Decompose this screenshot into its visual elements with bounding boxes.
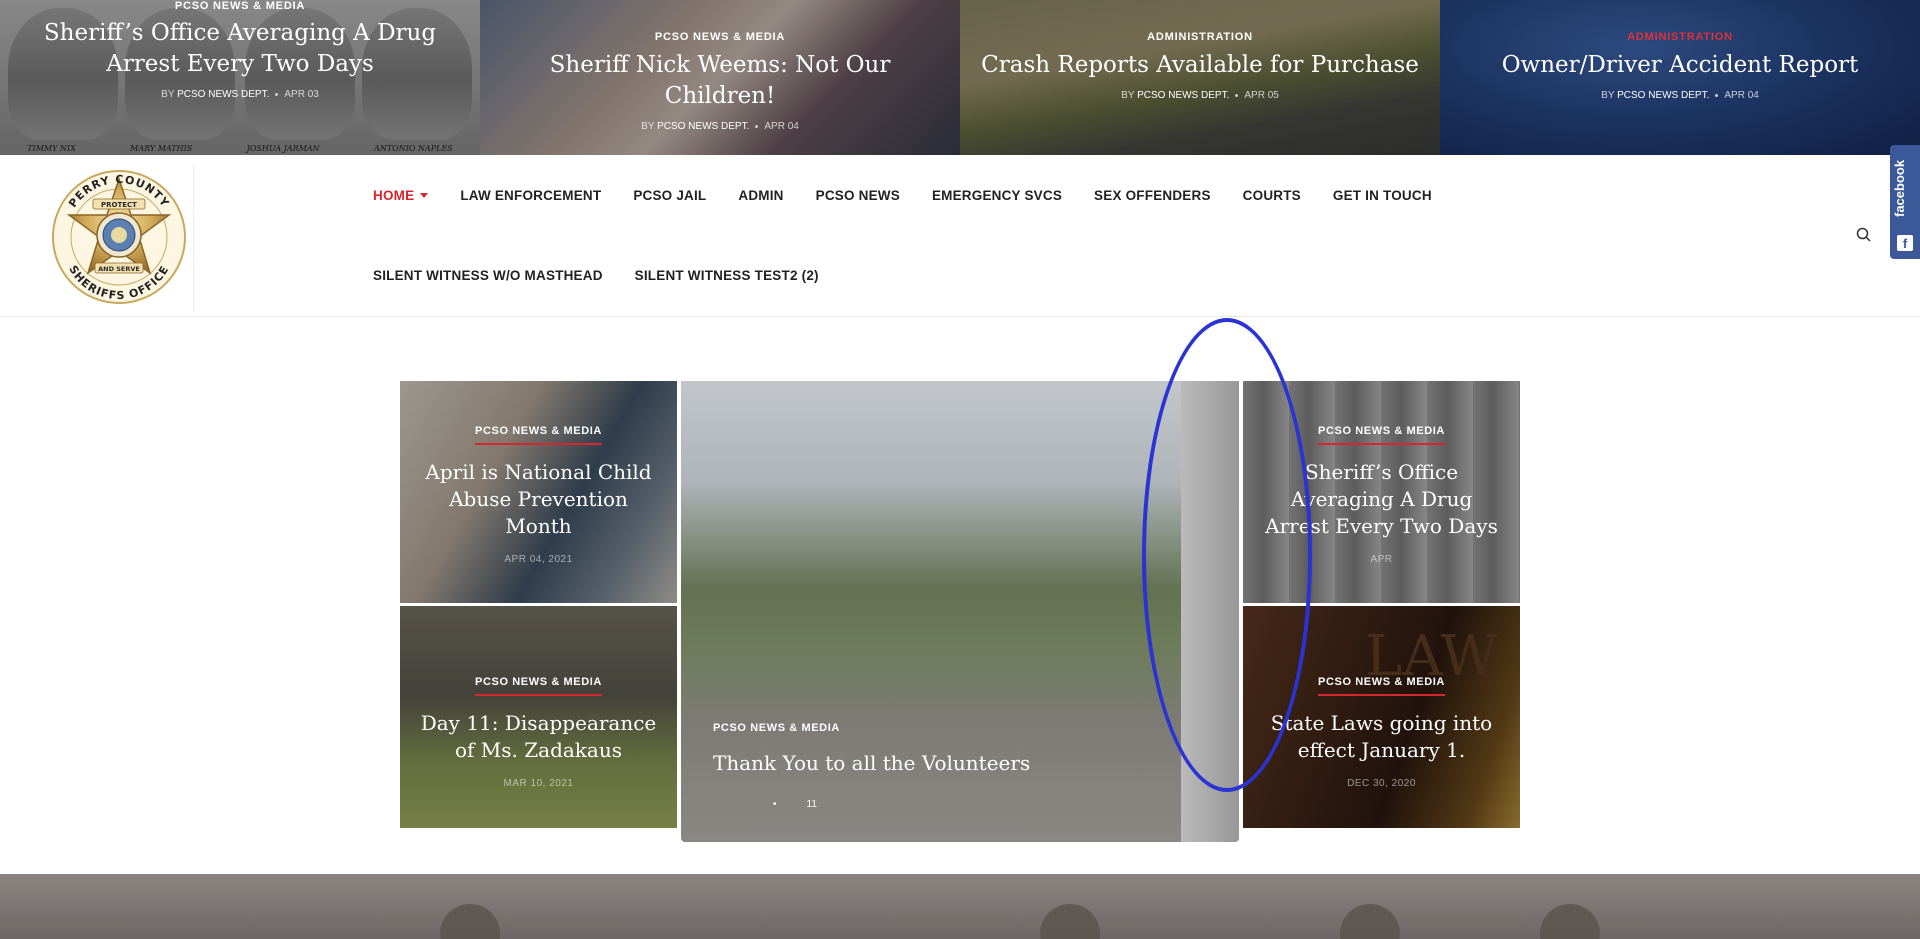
- post-title[interactable]: Sheriff’s Office Averaging A Drug Arrest…: [1261, 459, 1502, 540]
- post-title[interactable]: Thank You to all the Volunteers: [713, 750, 1207, 777]
- post-date: DEC 30, 2020: [1347, 778, 1416, 789]
- nav-item-pcso-news[interactable]: PCSO NEWS: [816, 188, 900, 203]
- ticker-title[interactable]: Crash Reports Available for Purchase: [980, 50, 1420, 81]
- ticker-author[interactable]: PCSO NEWS DEPT.: [1137, 90, 1229, 101]
- caret-down-icon: [420, 193, 429, 199]
- nav-item-get-in-touch[interactable]: GET IN TOUCH: [1333, 188, 1432, 203]
- bottom-hero-image: [0, 874, 1920, 939]
- nav-item-silent-witness-no-masthead[interactable]: SILENT WITNESS W/O MASTHEAD: [373, 268, 603, 283]
- nav-item-silent-witness-test2[interactable]: SILENT WITNESS TEST2 (2): [635, 268, 819, 283]
- by-label: BY: [1601, 90, 1615, 101]
- ticker-author[interactable]: PCSO NEWS DEPT.: [177, 89, 269, 100]
- ticker-item-accident-report[interactable]: ADMINISTRATION Owner/Driver Accident Rep…: [1440, 0, 1920, 155]
- nav-item-home[interactable]: HOME: [373, 188, 429, 203]
- post-date: MAR 10, 2021: [503, 778, 574, 789]
- ticker-date: APR 05: [1244, 90, 1279, 101]
- facebook-sidebar-tab[interactable]: facebook f: [1890, 145, 1920, 259]
- ticker-title[interactable]: Sheriff Nick Weems: Not Our Children!: [500, 50, 940, 112]
- post-card-child-abuse[interactable]: PCSO NEWS & MEDIA April is National Chil…: [400, 381, 677, 603]
- slider-pagination[interactable]: • 11: [713, 799, 1207, 810]
- post-title[interactable]: State Laws going into effect January 1.: [1261, 710, 1502, 764]
- ticker-item-drug-arrests[interactable]: TIMMY NIX MARY MATHIS JOSHUA JARMAN ANTO…: [0, 0, 480, 155]
- post-date: APR: [1370, 554, 1393, 565]
- post-category[interactable]: PCSO NEWS & MEDIA: [475, 425, 602, 445]
- ticker-author[interactable]: PCSO NEWS DEPT.: [657, 121, 749, 132]
- ticker-category[interactable]: PCSO NEWS & MEDIA: [20, 0, 460, 12]
- post-title[interactable]: April is National Child Abuse Prevention…: [418, 459, 659, 540]
- logo-ribbon-top: PROTECT: [101, 201, 137, 209]
- sheriff-badge-logo[interactable]: PROTECT AND SERVE PERRY COUNTY SHERIFFS …: [49, 165, 194, 312]
- post-category[interactable]: PCSO NEWS & MEDIA: [1318, 425, 1445, 445]
- post-card-drug-arrests[interactable]: PCSO NEWS & MEDIA Sheriff’s Office Avera…: [1243, 381, 1520, 603]
- ticker-item-crash-reports[interactable]: ADMINISTRATION Crash Reports Available f…: [960, 0, 1440, 155]
- logo-ribbon-bottom: AND SERVE: [98, 265, 140, 273]
- sheriff-star-badge-icon: PROTECT AND SERVE PERRY COUNTY SHERIFFS …: [52, 170, 186, 304]
- nav-item-law-enforcement[interactable]: LAW ENFORCEMENT: [460, 188, 601, 203]
- main-navigation: HOME LAW ENFORCEMENT PCSO JAIL ADMIN PCS…: [373, 155, 1432, 315]
- nav-item-admin[interactable]: ADMIN: [738, 188, 783, 203]
- ticker-author[interactable]: PCSO NEWS DEPT.: [1617, 90, 1709, 101]
- ticker-date: APR 04: [764, 121, 799, 132]
- ticker-title[interactable]: Sheriff’s Office Averaging A Drug Arrest …: [20, 18, 460, 80]
- nav-row-1: HOME LAW ENFORCEMENT PCSO JAIL ADMIN PCS…: [373, 155, 1432, 235]
- top-news-ticker: TIMMY NIX MARY MATHIS JOSHUA JARMAN ANTO…: [0, 0, 1920, 155]
- ticker-item-not-our-children[interactable]: PCSO NEWS & MEDIA Sheriff Nick Weems: No…: [480, 0, 960, 155]
- ticker-date: APR 03: [284, 89, 319, 100]
- facebook-icon: f: [1897, 235, 1913, 251]
- ticker-category[interactable]: ADMINISTRATION: [1460, 31, 1900, 43]
- by-label: BY: [1121, 90, 1135, 101]
- nav-item-courts[interactable]: COURTS: [1243, 188, 1301, 203]
- ticker-category[interactable]: ADMINISTRATION: [980, 31, 1420, 43]
- ticker-date: APR 04: [1724, 90, 1759, 101]
- post-title[interactable]: Day 11: Disappearance of Ms. Zadakaus: [418, 710, 659, 764]
- post-card-disappearance[interactable]: PCSO NEWS & MEDIA Day 11: Disappearance …: [400, 606, 677, 828]
- search-icon[interactable]: [1855, 226, 1873, 244]
- post-card-state-laws[interactable]: LAW PCSO NEWS & MEDIA State Laws going i…: [1243, 606, 1520, 828]
- ticker-category[interactable]: PCSO NEWS & MEDIA: [500, 31, 940, 43]
- nav-row-2: SILENT WITNESS W/O MASTHEAD SILENT WITNE…: [373, 235, 1373, 315]
- post-category[interactable]: PCSO NEWS & MEDIA: [1318, 676, 1445, 696]
- post-date: APR 04, 2021: [504, 554, 573, 565]
- post-category[interactable]: PCSO NEWS & MEDIA: [713, 722, 840, 734]
- post-category[interactable]: PCSO NEWS & MEDIA: [475, 676, 602, 696]
- facebook-label: facebook: [1892, 159, 1907, 217]
- by-label: BY: [641, 121, 655, 132]
- featured-post-volunteers[interactable]: PCSO NEWS & MEDIA Thank You to all the V…: [681, 381, 1239, 842]
- site-header: PROTECT AND SERVE PERRY COUNTY SHERIFFS …: [0, 155, 1920, 317]
- nav-item-sex-offenders[interactable]: SEX OFFENDERS: [1094, 188, 1211, 203]
- nav-item-pcso-jail[interactable]: PCSO JAIL: [633, 188, 706, 203]
- nav-item-emergency-svcs[interactable]: EMERGENCY SVCS: [932, 188, 1062, 203]
- ticker-title[interactable]: Owner/Driver Accident Report: [1460, 50, 1900, 81]
- by-label: BY: [161, 89, 175, 100]
